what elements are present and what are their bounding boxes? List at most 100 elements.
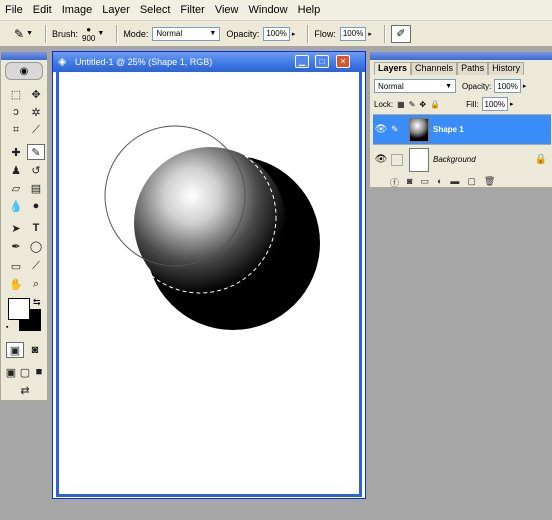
adjustment-layer-icon[interactable]: ◐	[437, 176, 442, 189]
lock-image-icon[interactable]: ✎	[409, 100, 416, 109]
default-colors-icon[interactable]: ▪	[6, 324, 8, 331]
menu-edit[interactable]: Edit	[28, 4, 57, 16]
flow-value: 100%	[342, 29, 364, 38]
pen-tool-icon[interactable]: ✒	[7, 238, 25, 254]
quick-mask-mode-icon[interactable]: ◙	[26, 342, 44, 358]
layer-opacity-value: 100%	[497, 81, 518, 91]
opacity-slider-arrow-icon[interactable]: ▸	[292, 30, 296, 38]
maximize-button[interactable]: □	[315, 55, 329, 68]
lock-label: Lock:	[374, 99, 394, 109]
gradient-tool-icon[interactable]: ▤	[27, 180, 45, 196]
foreground-color-swatch[interactable]	[8, 298, 30, 320]
lasso-tool-icon[interactable]: ↄ	[7, 104, 25, 120]
eraser-tool-icon[interactable]: ▱	[7, 180, 25, 196]
eye-icon[interactable]: 👁	[373, 124, 389, 135]
jump-to-imageready-icon[interactable]: ⇄	[7, 382, 43, 398]
document-window: ◈ Untitled-1 @ 25% (Shape 1, RGB) ▁ □ ✕ …	[52, 51, 366, 499]
menu-select[interactable]: Select	[135, 4, 176, 16]
shape-tool-icon[interactable]: ◯	[27, 238, 45, 254]
separator	[383, 24, 385, 43]
screen-mode-full-icon[interactable]: ■	[32, 364, 46, 380]
notes-tool-icon[interactable]: ▭	[7, 258, 25, 274]
layer-mask-icon[interactable]: ◙	[407, 176, 412, 189]
layers-footer: ⓕ ◙ ▭ ◐ ▬ ▢ 🗑	[390, 176, 495, 189]
fill-slider-arrow-icon[interactable]: ▸	[510, 100, 514, 108]
separator	[116, 24, 118, 43]
tab-paths[interactable]: Paths	[457, 62, 489, 75]
minimize-button[interactable]: ▁	[295, 55, 309, 68]
chevron-down-icon[interactable]: ▼	[26, 30, 33, 37]
document-titlebar[interactable]: ◈ Untitled-1 @ 25% (Shape 1, RGB) ▁ □ ✕	[53, 52, 365, 72]
flow-label: Flow:	[314, 28, 336, 39]
mode-select[interactable]: Normal ▼	[152, 26, 221, 41]
layer-name: Background	[433, 155, 476, 164]
fill-field[interactable]: 100%	[481, 97, 508, 111]
eye-icon[interactable]: 👁	[373, 154, 389, 165]
document-title: Untitled-1 @ 25% (Shape 1, RGB)	[75, 57, 213, 67]
menu-view[interactable]: View	[210, 4, 244, 16]
brush-tool-preset-icon[interactable]: ✎	[14, 27, 24, 41]
move-tool-icon[interactable]: ✥	[27, 86, 45, 102]
blur-tool-icon[interactable]: 💧	[7, 198, 25, 214]
canvas-area[interactable]	[56, 72, 362, 497]
trash-icon[interactable]: 🗑	[484, 176, 495, 189]
screen-mode-standard-icon[interactable]: ▣	[4, 364, 18, 380]
layer-thumbnail	[409, 147, 429, 172]
menu-layer[interactable]: Layer	[97, 4, 135, 16]
flow-slider-arrow-icon[interactable]: ▸	[368, 30, 372, 38]
clone-stamp-tool-icon[interactable]: ♟	[7, 162, 25, 178]
menu-filter[interactable]: Filter	[175, 4, 209, 16]
opacity-field[interactable]: 100%	[263, 26, 290, 41]
swap-colors-icon[interactable]: ⇆	[33, 297, 41, 308]
flow-field[interactable]: 100%	[339, 26, 367, 41]
crop-tool-icon[interactable]: ⌗	[7, 122, 25, 138]
brush-label: Brush:	[52, 28, 79, 39]
type-tool-icon[interactable]: T	[27, 220, 45, 236]
healing-brush-tool-icon[interactable]: ✚	[7, 144, 25, 160]
dodge-tool-icon[interactable]: ●	[27, 198, 45, 214]
standard-mode-icon[interactable]: ▣	[6, 342, 24, 358]
menu-image[interactable]: Image	[57, 4, 98, 16]
brush-tool-icon[interactable]: ✎	[27, 144, 45, 160]
lock-all-icon[interactable]: 🔒	[430, 100, 440, 109]
canvas-artwork[interactable]	[59, 72, 359, 494]
new-layer-icon[interactable]: ▢	[467, 176, 476, 189]
lock-position-icon[interactable]: ✥	[419, 100, 426, 109]
marquee-tool-icon[interactable]: ⬚	[7, 86, 25, 102]
new-folder-icon[interactable]: ▬	[450, 176, 459, 189]
layer-opacity-field[interactable]: 100%	[494, 79, 521, 93]
adobe-logo-icon[interactable]: ◉	[5, 62, 43, 80]
history-brush-tool-icon[interactable]: ↺	[27, 162, 45, 178]
screen-mode-full-menu-icon[interactable]: ▢	[18, 364, 32, 380]
tab-history[interactable]: History	[488, 62, 525, 75]
slice-tool-icon[interactable]: ⟋	[27, 122, 45, 138]
toolbox: ◉ ⬚ ✥ ↄ ✲ ⌗ ⟋ ✚ ✎ ♟ ↺ ▱ ▤ 💧 ● ➤ T ✒ ◯ ▭ …	[0, 51, 48, 401]
blend-mode-select[interactable]: Normal ▼	[374, 79, 456, 93]
eyedropper-tool-icon[interactable]: ⟋	[27, 258, 45, 274]
path-selection-tool-icon[interactable]: ➤	[7, 220, 25, 236]
lock-icon: 🔒	[534, 154, 547, 165]
magic-wand-tool-icon[interactable]: ✲	[27, 104, 45, 120]
hand-tool-icon[interactable]: ✋	[7, 276, 25, 292]
lock-transparency-icon[interactable]: ▦	[397, 100, 405, 109]
zoom-tool-icon[interactable]: ⌕	[27, 276, 45, 292]
layer-name: Shape 1	[433, 125, 464, 134]
menu-window[interactable]: Window	[244, 4, 293, 16]
close-button[interactable]: ✕	[336, 55, 350, 68]
photoshop-doc-icon: ◈	[58, 56, 67, 68]
brush-size: 900	[82, 33, 96, 43]
layers-panel-header	[370, 52, 552, 60]
tab-channels[interactable]: Channels	[411, 62, 458, 75]
airbrush-toggle-icon[interactable]: ✐	[390, 24, 411, 43]
panel-tabs: Layers Channels Paths History	[370, 62, 552, 75]
layer-style-icon[interactable]: ⓕ	[390, 176, 399, 189]
menu-help[interactable]: Help	[293, 4, 326, 16]
layer-row-background[interactable]: 👁 Background 🔒	[373, 144, 551, 174]
tab-layers[interactable]: Layers	[374, 62, 412, 75]
chevron-down-icon[interactable]: ▼	[97, 30, 104, 37]
opacity-slider-arrow-icon[interactable]: ▸	[523, 82, 527, 90]
brush-picker[interactable]: ● 900	[82, 25, 95, 43]
new-group-icon[interactable]: ▭	[420, 176, 429, 189]
layer-row-shape-1[interactable]: 👁 ✎ Shape 1	[373, 114, 551, 144]
menu-file[interactable]: File	[0, 4, 28, 16]
